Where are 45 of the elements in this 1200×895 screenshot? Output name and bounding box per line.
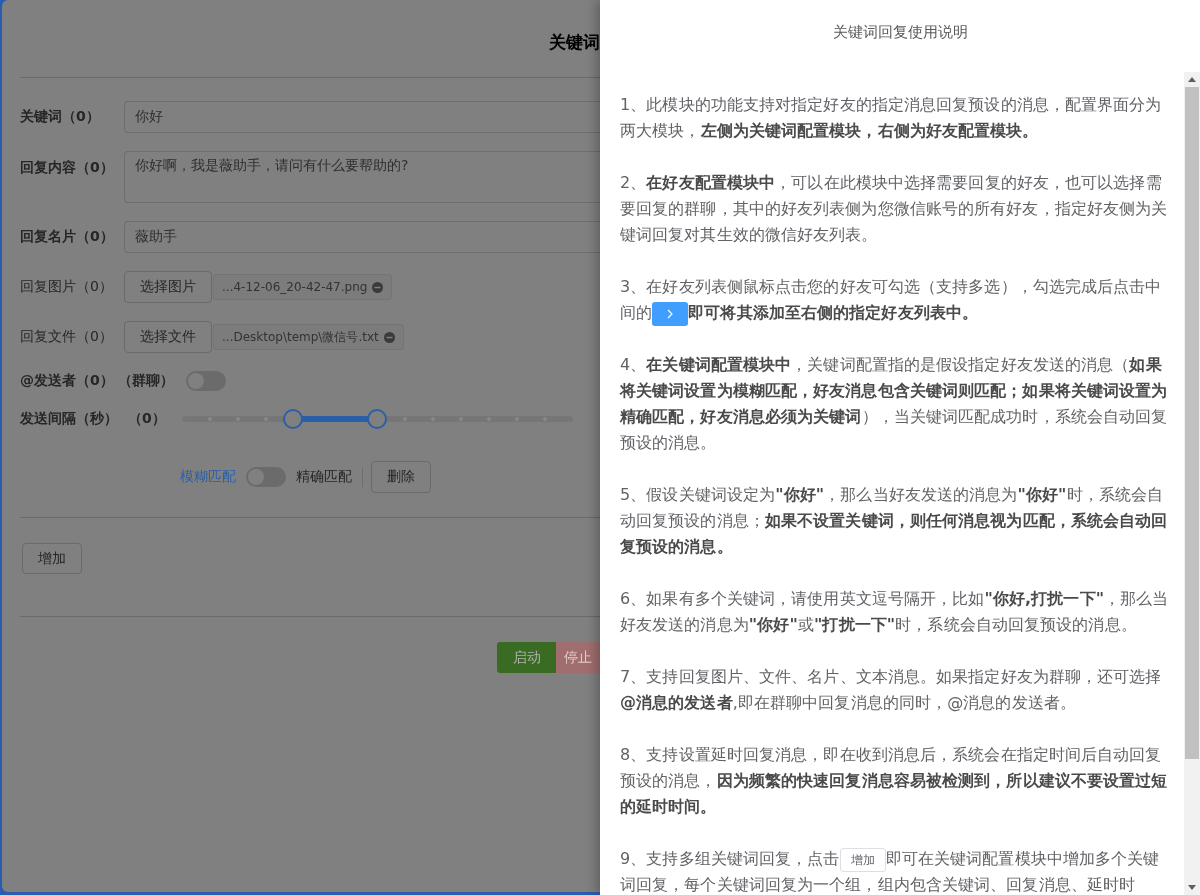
start-button[interactable]: 启动: [497, 642, 556, 673]
scroll-down-icon[interactable]: [1188, 885, 1196, 890]
choose-file-button[interactable]: 选择图片: [124, 271, 212, 303]
remove-icon[interactable]: [372, 281, 384, 293]
chevron-right-icon: [652, 301, 689, 326]
range-slider[interactable]: [181, 409, 573, 429]
scrollbar[interactable]: [1184, 72, 1200, 895]
stop-button[interactable]: 停止: [556, 642, 600, 673]
instruction-text: 间的: [620, 303, 653, 322]
input-field[interactable]: 你好: [124, 101, 600, 133]
instruction-text: 2、在好友配置模块中，可以在此模块中选择需要回复的好友，也可以选择需要回复的群聊，其中的好友列表侧为您微信账号的所有好友，指定好友侧为关键词回复对其生效的微信好友列表。: [620, 173, 1168, 244]
instruction-text: 5、假设关键词设定为"你好"，那么当好友发送的消息为"你好"时，系统会自动回复预设的消息；如果不设置关键词，则任何消息视为匹配，系统会自动回复预设的消息。: [620, 485, 1168, 556]
field-label: 回复文件（0）: [20, 328, 114, 346]
add-button[interactable]: 增加: [22, 543, 82, 574]
input-field[interactable]: 薇助手: [124, 221, 600, 253]
slider-handle[interactable]: [283, 409, 304, 429]
instruction-text: 即可将其添加至右侧的指定好友列表中。: [688, 303, 978, 322]
file-name: ...4-12-06_20-42-47.png: [222, 280, 368, 294]
instruction-text: 8、支持设置延时回复消息，即在收到消息后，系统会在指定时间后自动回复预设的消息，因为频繁的快速回复消息容易被检测到，所以建议不要设置过短的延时时间。: [620, 745, 1168, 816]
file-name: ...Desktop\temp\微信号.txt: [222, 328, 379, 346]
field-label: 发送间隔（秒）: [20, 410, 118, 428]
remove-icon[interactable]: [383, 331, 395, 343]
instruction-text: 词回复，每个关键词回复为一个组，组内包含关键词、回复消息、延时时: [620, 875, 1136, 894]
instruction-text: 即可在关键词配置模块中增加多个关键: [885, 849, 1160, 868]
instruction-text: 1、此模块的功能支持对指定好友的指定消息回复预设的消息，配置界面分为两大模块，左侧为关键词配置模块，右侧为好友配置模块。: [620, 95, 1162, 140]
scroll-up-icon[interactable]: [1188, 77, 1196, 82]
choose-file-button[interactable]: 选择文件: [124, 321, 212, 353]
instruction-text: 9、支持多组关键词回复，点击: [620, 849, 840, 868]
field-label: @发送者（0）: [20, 372, 114, 390]
drawer-title: 关键词回复使用说明: [831, 22, 969, 43]
field-label: 回复内容（0）: [20, 158, 115, 177]
field-label: 回复名片（0）: [20, 228, 115, 246]
field-label: 关键词（0）: [20, 108, 101, 126]
instruction-text: 6、如果有多个关键词，请使用英文逗号隔开，比如"你好,打扰一下"，那么当好友发送的消息为"你好"或"打扰一下"时，系统会自动回复预设的消息。: [620, 589, 1169, 634]
instruction-text: 3、在好友列表侧鼠标点击您的好友可勾选（支持多选），勾选完成后点击中: [620, 277, 1162, 296]
page-title: 关键词: [549, 31, 600, 54]
instruction-text: 4、在关键词配置模块中，关键词配置指的是假设指定好友发送的消息（如果将关键词设置为模糊匹配，好友消息包含关键词则匹配；如果将关键词设置为精确匹配，好友消息必须为关键词），当关键词匹配成功时，系统会自动回复预设的消息。: [620, 355, 1168, 452]
instruction-text: 7、支持回复图片、文件、名片、文本消息。如果指定好友为群聊，还可选择@消息的发送者,即在群聊中回复消息的同时，@消息的发送者。: [620, 667, 1162, 712]
text-area[interactable]: 你好啊，我是薇助手，请问有什么要帮助的?: [124, 151, 600, 203]
match-option[interactable]: 精确匹配: [295, 468, 352, 486]
field-note: （群聊）: [117, 372, 174, 390]
field-label: 回复图片（0）: [20, 278, 114, 296]
slider-handle[interactable]: [367, 409, 388, 429]
delete-button[interactable]: 删除: [370, 461, 431, 493]
field-note: （0）: [128, 410, 166, 428]
